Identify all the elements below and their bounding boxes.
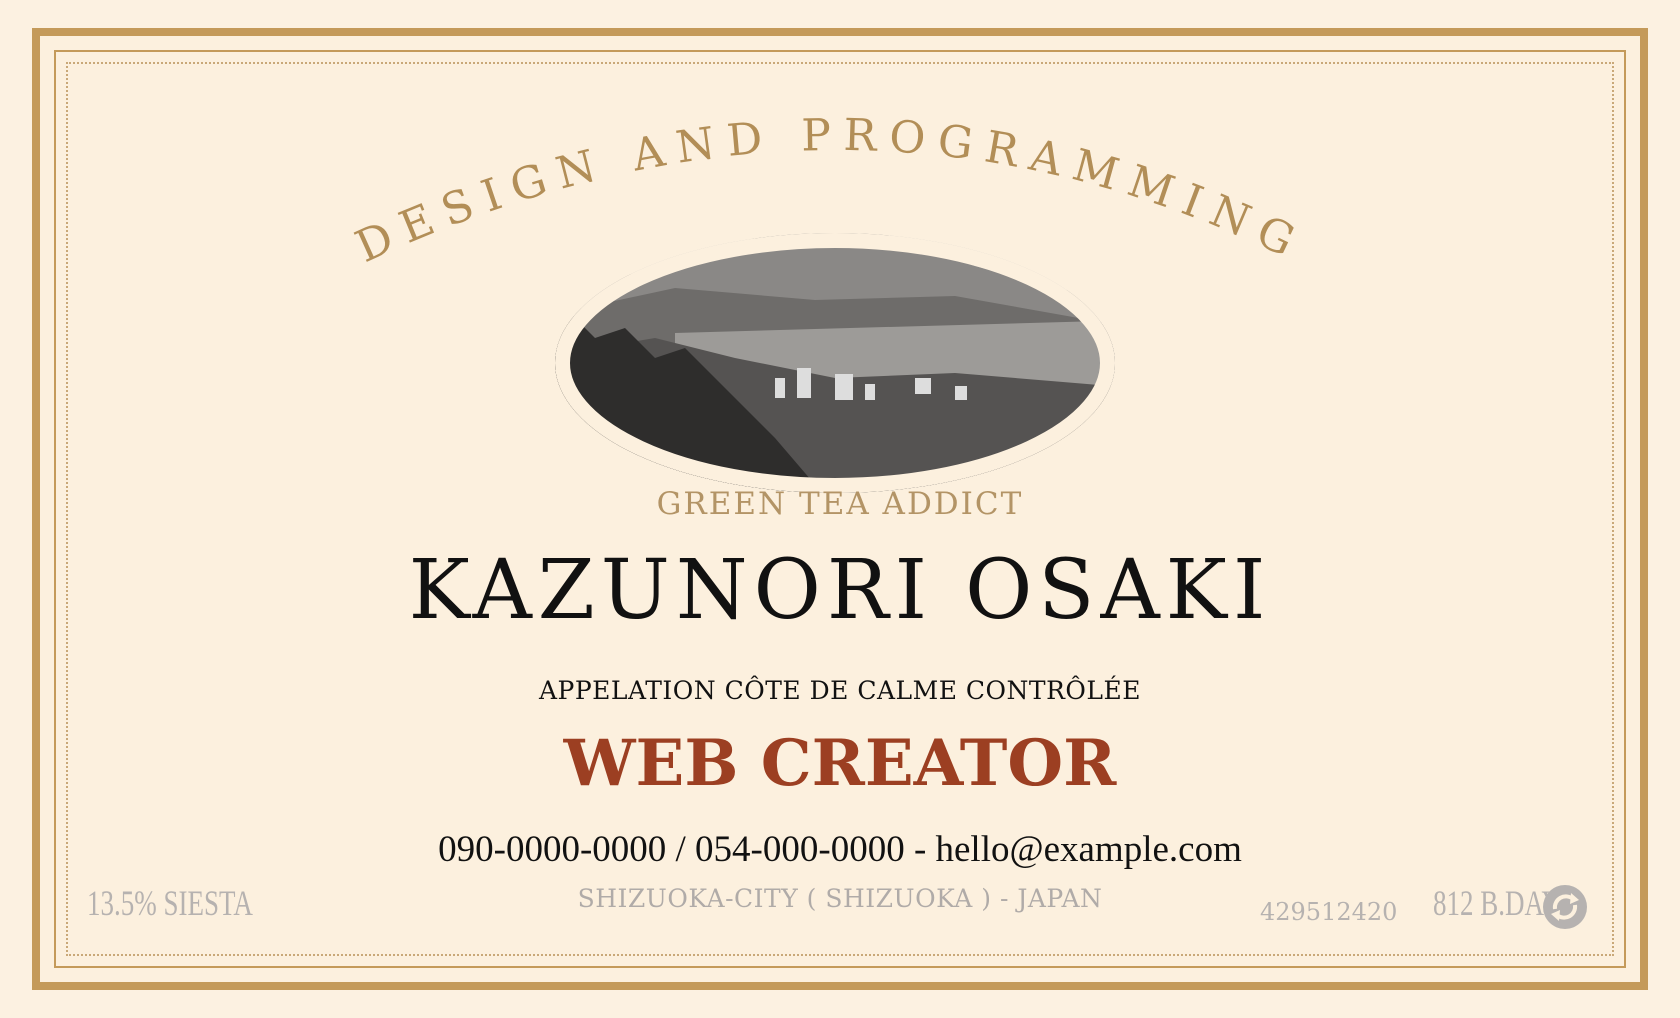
recycle-icon [1543,885,1587,929]
role-title: WEB CREATOR [563,726,1117,801]
person-name: KAZUNORI OSAKI [408,543,1272,638]
corner-right-number: 429512420 [1260,898,1398,926]
appellation: APPELATION CÔTE DE CALME CONTRÔLÉE [538,676,1141,705]
contact-info: 090-0000-0000 / 054-000-0000 - hello@exa… [438,829,1242,870]
mountain-landscape-icon [555,233,1115,493]
tagline: GREEN TEA ADDICT [656,486,1024,522]
corner-left-label: 13.5% SIESTA [87,883,253,923]
